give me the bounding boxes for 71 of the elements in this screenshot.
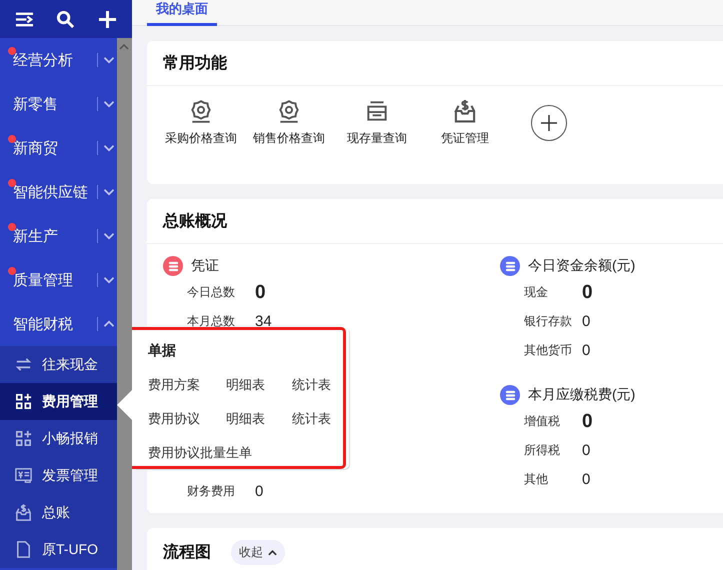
metric-value: 0 (582, 282, 593, 304)
submenu-item[interactable]: 发票管理 (0, 457, 117, 494)
shortcut-item[interactable]: 现存量查询 (333, 98, 421, 147)
card-title: 总账概况 (163, 212, 227, 232)
menu-link[interactable]: 明细表 (226, 410, 292, 428)
nav-menu-label: 经营分析 (13, 50, 74, 70)
menu-link[interactable]: 费用协议 (148, 410, 226, 428)
submenu-item[interactable]: 往来现金 (0, 346, 117, 383)
invoice-icon (14, 466, 33, 485)
document-icon (14, 540, 33, 559)
group-title: 凭证 (191, 257, 219, 275)
plus-icon (539, 112, 559, 132)
grid-icon (14, 392, 33, 411)
chevron-down-icon[interactable] (103, 188, 115, 196)
metric-value: 0 (582, 342, 590, 359)
chevron-down-icon[interactable] (103, 100, 115, 108)
chevron-up-icon (268, 550, 277, 556)
menu-icon[interactable] (15, 10, 34, 28)
metric-value: 0 (255, 483, 264, 500)
money-tray-icon (452, 98, 478, 124)
nav-menu-label: 智能财税 (13, 314, 74, 334)
metric-label: 所得税 (524, 442, 561, 459)
scrollbar[interactable] (117, 38, 132, 570)
chevron-down-icon[interactable] (103, 232, 115, 240)
chevron-down-icon[interactable] (103, 144, 115, 152)
chevron-down-icon[interactable] (103, 276, 115, 284)
shortcut-item[interactable]: 销售价格查询 (245, 98, 333, 147)
group-title: 今日资金余额(元) (528, 257, 636, 275)
metric-label: 增值税 (524, 413, 561, 430)
metric-value: 0 (582, 442, 590, 459)
chevron-up-icon[interactable] (103, 320, 115, 328)
menu-link[interactable]: 费用方案 (148, 376, 226, 394)
metric-label: 财务费用 (187, 483, 236, 500)
add-shortcut-button[interactable] (531, 104, 567, 140)
nav-menu-label: 新生产 (13, 226, 59, 246)
shortcut-item[interactable]: 采购价格查询 (157, 98, 245, 147)
metric-label: 其他货币 (524, 342, 573, 359)
menu-link[interactable]: 统计表 (292, 410, 358, 428)
menu-link[interactable]: 费用协议批量生单 (148, 444, 252, 462)
card-title: 常用功能 (163, 54, 227, 74)
metric-label: 银行存款 (524, 313, 573, 330)
group-title: 本月应缴税费(元) (528, 386, 636, 404)
nav-menu-label: 质量管理 (13, 270, 74, 290)
menu-link[interactable]: 统计表 (292, 376, 358, 394)
metric-label: 本月总数 (187, 313, 236, 330)
nav-menu-label: 智能供应链 (13, 182, 89, 202)
submenu-item[interactable]: 总账 (0, 494, 117, 531)
tab[interactable]: 我的桌面 (147, 0, 217, 26)
submenu-item[interactable]: 费用管理 (0, 383, 117, 420)
metric-value: 0 (582, 471, 590, 488)
collapse-button[interactable]: 收起 (231, 540, 285, 565)
menu-link[interactable]: 明细表 (226, 376, 292, 394)
card-title: 流程图 (163, 542, 211, 563)
submenu-item[interactable]: 原T-UFO (0, 531, 117, 568)
money-tray-icon (14, 503, 33, 522)
metric-value: 0 (255, 282, 266, 304)
metric-label: 其他 (524, 471, 549, 488)
metric-label: 今日总数 (187, 284, 236, 301)
chevron-down-icon[interactable] (103, 56, 115, 64)
shortcut-item[interactable]: 凭证管理 (421, 98, 509, 147)
metric-value: 0 (582, 313, 590, 330)
nav-menu-label: 新商贸 (13, 138, 59, 158)
add-icon[interactable] (98, 10, 117, 28)
metric-label: 现金 (524, 284, 549, 301)
metric-value: 34 (255, 313, 272, 330)
grid-icon (14, 429, 33, 448)
nav-menu-label: 新零售 (13, 94, 59, 114)
submenu-item[interactable]: 小畅报销 (0, 420, 117, 457)
search-icon[interactable] (56, 10, 76, 28)
popup-title: 单据 (148, 342, 177, 360)
metric-value: 0 (582, 410, 593, 432)
